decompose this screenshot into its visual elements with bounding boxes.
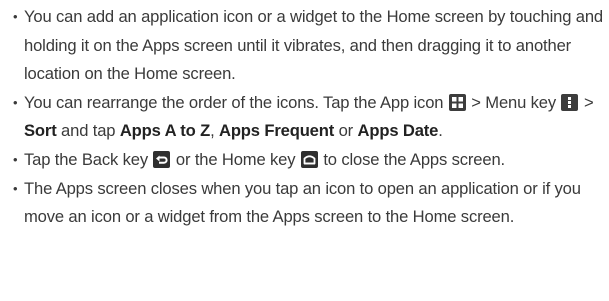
document-page: • You can add an application icon or a w… (0, 0, 609, 301)
item-text: . (438, 121, 443, 141)
home-key-icon (300, 150, 318, 168)
item-text: > Menu key (466, 92, 561, 112)
item-text: , (210, 121, 219, 141)
item-text: You can add an application icon or a wid… (24, 7, 604, 84)
bullet-list: • You can add an application icon or a w… (13, 3, 603, 232)
menu-key-icon (561, 93, 579, 111)
bullet-marker: • (13, 94, 18, 110)
list-item-add-icon: • You can add an application icon or a w… (13, 3, 603, 89)
list-item-rearrange: • You can rearrange the order of the ico… (13, 89, 603, 146)
bullet-marker: • (13, 180, 18, 196)
back-key-icon (153, 150, 171, 168)
item-text: The Apps screen closes when you tap an i… (24, 178, 581, 227)
bullet-marker: • (13, 9, 18, 24)
apps-grid-icon (448, 93, 466, 111)
apps-a-to-z-label: Apps A to Z (119, 121, 211, 141)
list-item-apps-closes: • The Apps screen closes when you tap an… (13, 175, 603, 232)
item-text: to close the Apps screen. (318, 149, 505, 169)
apps-frequent-label: Apps Frequent (218, 121, 335, 141)
item-text: and tap (56, 121, 120, 141)
apps-date-label: Apps Date (357, 121, 439, 141)
sort-option-label: Sort (24, 121, 57, 141)
item-text: Tap the Back key (24, 149, 153, 169)
item-text: You can rearrange the order of the icons… (24, 92, 448, 112)
list-item-close-apps: • Tap the Back key or the Home key to cl… (13, 146, 603, 175)
bullet-marker: • (13, 151, 18, 167)
item-text: or the Home key (171, 149, 300, 169)
item-text: or (334, 121, 358, 141)
item-text: > (579, 92, 594, 112)
